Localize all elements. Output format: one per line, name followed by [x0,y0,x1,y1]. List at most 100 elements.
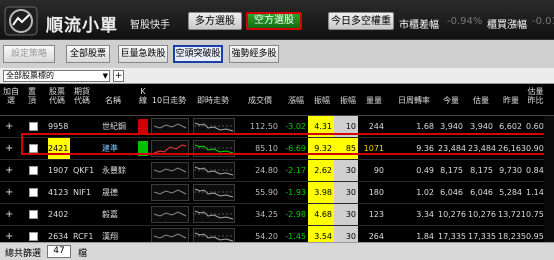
turnover-cell: 1.02 [416,188,434,197]
stock-name: 毅嘉 [102,210,118,219]
price-cell: 34.25 [255,210,278,219]
col-name[interactable]: 名稱 [103,96,123,105]
col-est-vol[interactable]: 估量 [468,96,494,105]
col-amplitude-2[interactable]: 振幅 [336,96,360,105]
turnover-cell: 3.34 [416,210,434,219]
est-vol-cell: 8,175 [470,166,493,175]
otc-change-value: -0.01% [532,16,554,27]
change-cell: -2.17 [285,166,306,175]
change-cell: -1.93 [285,188,306,197]
add-watch-icon[interactable]: + [5,160,13,181]
futures-code: QKF1 [73,166,95,175]
short-picks-button[interactable]: 空方選股 [246,12,302,30]
add-watch-icon[interactable]: + [5,182,13,203]
col-amplitude[interactable]: 振幅 [310,96,334,105]
price-cell: 24.80 [255,166,278,175]
filter-total-count: 47 [47,245,71,258]
col-stock-code[interactable]: 股票代碼 [48,87,66,105]
prev-vol-cell: 13,721 [498,210,526,219]
status-bar: 總共篩選 47 檔 [0,242,554,260]
volume-cell: 90 [373,166,384,175]
amplitude-cell: 2.62 [314,166,332,175]
add-watch-icon[interactable]: + [5,116,13,137]
col-today-vol[interactable]: 今量 [438,96,464,105]
stock-code: 2402 [48,210,69,219]
volume-drop-button[interactable]: 巨量急跌股 [118,45,168,63]
pin-checkbox[interactable] [29,232,38,241]
table-row[interactable]: +4123 NIF1 晟德 55.90 -1.93 3.98 30 180 1.02 6,046 6… [0,182,554,204]
add-watch-icon[interactable]: + [5,204,13,225]
est-ratio-cell: 1.14 [526,188,544,197]
volume-cell: 180 [368,188,384,197]
strong-bull-button[interactable]: 強勢經多股 [229,45,279,63]
futures-code [73,204,95,225]
col-volume[interactable]: 量量 [362,96,386,105]
filter-total-label: 總共篩選 [5,249,42,259]
realtime-trend-sparkline [193,162,235,179]
add-watch-icon[interactable]: + [5,138,13,159]
pin-checkbox[interactable] [29,188,38,197]
selected-row-highlight [21,133,552,155]
kline-candle-icon [138,119,148,134]
title-bar: 順流小單 智股快手 多方選股 空方選股 今日多空權重 市櫃差幅 -0.94% 櫃… [0,0,554,40]
stock-universe-select[interactable]: 全部股票標的 ▼ [3,70,110,82]
est-ratio-cell: 0.75 [526,210,544,219]
est-vol-cell: 10,276 [468,210,496,219]
col-add-watch[interactable]: 加自選 [2,87,20,105]
today-weight-button[interactable]: 今日多空權重 [328,12,394,30]
col-realtime-trend[interactable]: 即時走勢 [193,96,233,105]
amplitude-2-cell: 30 [345,166,356,175]
amplitude-2-cell: 30 [345,188,356,197]
col-10day-trend[interactable]: 10日走勢 [151,96,187,105]
amplitude-cell: 4.68 [314,210,332,219]
prev-vol-cell: 9,730 [499,166,522,175]
amplitude-cell: 3.98 [314,188,332,197]
table-row[interactable]: +2402 毅嘉 34.25 -2.98 4.68 30 123 3.34 10,276 10,2… [0,204,554,226]
col-est-ratio[interactable]: 估量昨比 [527,87,544,105]
set-strategy-button[interactable]: 設定策略 [3,45,55,63]
strategy-toolbar: 設定策略 全部股票 巨量急跌股 空頭突破股 強勢經多股 [0,40,554,68]
col-turnover[interactable]: 日周轉率 [392,96,436,105]
volume-cell: 123 [368,210,384,219]
pin-checkbox[interactable] [29,166,38,175]
pin-checkbox[interactable] [29,122,38,131]
stock-code: 1907 [48,166,69,175]
filter-bar: 全部股票標的 ▼ + [0,68,554,84]
app-logo-icon [4,6,38,36]
col-futures-code[interactable]: 期貨代碼 [73,87,91,105]
stock-code: 4123 [48,188,69,197]
bear-breakout-button[interactable]: 空頭突破股 [173,45,223,63]
all-stocks-button[interactable]: 全部股票 [66,45,110,63]
col-price[interactable]: 成交價 [240,96,280,105]
app-subtitle: 智股快手 [130,20,170,31]
table-row[interactable]: +1907 QKF1 永豐餘 24.80 -2.17 2.62 30 90 0.49 8,175 8… [0,160,554,182]
amplitude-2-cell: 30 [345,210,356,219]
col-kline[interactable]: K線 [138,87,148,105]
long-picks-button[interactable]: 多方選股 [188,12,242,30]
today-vol-cell: 8,175 [440,166,463,175]
est-ratio-cell: 0.84 [526,166,544,175]
realtime-trend-sparkline [193,184,235,201]
col-change[interactable]: 漲幅 [284,96,308,105]
col-prev-vol[interactable]: 昨量 [498,96,524,105]
turnover-cell: 0.49 [416,166,434,175]
stock-name: 永豐餘 [102,166,126,175]
stock-universe-value: 全部股票標的 [6,71,54,80]
today-vol-cell: 6,046 [440,188,463,197]
chevron-down-icon: ▼ [102,72,108,80]
filter-total-unit: 檔 [78,249,88,259]
app-title: 順流小單 [46,16,118,36]
change-cell: -2.98 [285,210,306,219]
col-pin[interactable]: 置頂 [25,87,39,105]
table-header: 加自選 置頂 股票代碼 期貨代碼 名稱 K線 10日走勢 即時走勢 成交價 漲幅… [0,84,554,116]
add-filter-button[interactable]: + [113,70,124,82]
stock-name: 晟德 [102,188,118,197]
pin-checkbox[interactable] [29,210,38,219]
ten-day-trend-sparkline [151,162,189,179]
prev-vol-cell: 5,284 [499,188,522,197]
vertical-scrollbar[interactable] [544,116,554,242]
market-diff-label: 市櫃差幅 [399,20,439,31]
est-vol-cell: 6,046 [470,188,493,197]
otc-change-label: 櫃買漲幅 [487,20,527,31]
ten-day-trend-sparkline [151,184,189,201]
